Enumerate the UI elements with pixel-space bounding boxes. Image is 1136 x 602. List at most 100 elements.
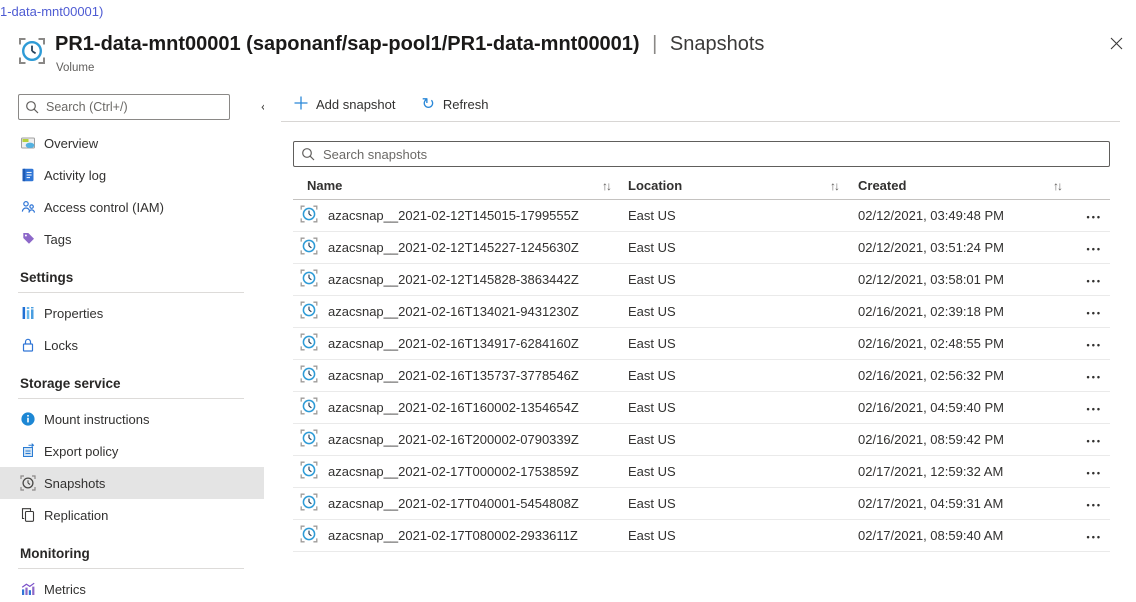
row-context-menu-button[interactable]: ••• bbox=[1087, 500, 1102, 510]
snapshots-table: Name ↑↓ Location ↑↓ Created ↑↓ bbox=[293, 172, 1110, 552]
sidebar-item-tags[interactable]: Tags bbox=[0, 223, 264, 255]
table-row[interactable]: azacsnap__2021-02-17T040001-5454808Z Eas… bbox=[293, 488, 1110, 520]
refresh-button[interactable]: ↻ Refresh bbox=[422, 97, 489, 112]
snapshot-clock-icon bbox=[18, 37, 46, 70]
divider bbox=[18, 568, 244, 569]
table-row[interactable]: azacsnap__2021-02-12T145828-3863442Z Eas… bbox=[293, 264, 1110, 296]
snapshot-clock-icon bbox=[20, 475, 36, 491]
sidebar-item-label: Activity log bbox=[44, 168, 106, 183]
sidebar-section-title: Settings bbox=[0, 265, 264, 289]
close-icon[interactable] bbox=[1110, 37, 1123, 55]
sidebar: « Overview Activity log bbox=[0, 88, 264, 602]
activity-log-icon bbox=[20, 167, 36, 183]
sidebar-item-label: Snapshots bbox=[44, 476, 105, 491]
row-context-menu-button[interactable]: ••• bbox=[1087, 244, 1102, 254]
table-row[interactable]: azacsnap__2021-02-17T000002-1753859Z Eas… bbox=[293, 456, 1110, 488]
table-row[interactable]: azacsnap__2021-02-16T135737-3778546Z Eas… bbox=[293, 360, 1110, 392]
snapshot-clock-icon bbox=[300, 365, 318, 386]
snapshot-created: 02/12/2021, 03:51:24 PM bbox=[858, 240, 1063, 255]
snapshot-name: azacsnap__2021-02-12T145828-3863442Z bbox=[328, 272, 579, 287]
snapshot-created: 02/12/2021, 03:58:01 PM bbox=[858, 272, 1063, 287]
sidebar-item-label: Access control (IAM) bbox=[44, 200, 164, 215]
sort-icon[interactable]: ↑↓ bbox=[830, 179, 840, 193]
snapshot-location: East US bbox=[628, 304, 858, 319]
refresh-label: Refresh bbox=[443, 97, 489, 112]
row-context-menu-button[interactable]: ••• bbox=[1087, 372, 1102, 382]
row-context-menu-button[interactable]: ••• bbox=[1087, 212, 1102, 222]
sidebar-item-label: Mount instructions bbox=[44, 412, 150, 427]
column-header-name[interactable]: Name ↑↓ bbox=[293, 178, 628, 193]
column-header-location[interactable]: Location ↑↓ bbox=[628, 178, 858, 193]
snapshot-location: East US bbox=[628, 208, 858, 223]
sidebar-item-activity-log[interactable]: Activity log bbox=[0, 159, 264, 191]
table-row[interactable]: azacsnap__2021-02-16T134021-9431230Z Eas… bbox=[293, 296, 1110, 328]
snapshot-created: 02/16/2021, 02:39:18 PM bbox=[858, 304, 1063, 319]
row-context-menu-button[interactable]: ••• bbox=[1087, 468, 1102, 478]
snapshot-created: 02/16/2021, 08:59:42 PM bbox=[858, 432, 1063, 447]
snapshot-location: East US bbox=[628, 240, 858, 255]
page-title-separator: | bbox=[652, 33, 657, 55]
snapshot-name: azacsnap__2021-02-16T134021-9431230Z bbox=[328, 304, 579, 319]
add-snapshot-button[interactable]: Add snapshot bbox=[294, 96, 396, 113]
sidebar-item-metrics[interactable]: Metrics bbox=[0, 573, 264, 602]
table-body: azacsnap__2021-02-12T145015-1799555Z Eas… bbox=[293, 200, 1110, 552]
snapshot-location: East US bbox=[628, 368, 858, 383]
row-context-menu-button[interactable]: ••• bbox=[1087, 404, 1102, 414]
breadcrumb[interactable]: 1-data-mnt00001) bbox=[0, 4, 103, 19]
sidebar-item-label: Metrics bbox=[44, 582, 86, 597]
main-content: Add snapshot ↻ Refresh Name ↑↓ Location … bbox=[280, 88, 1136, 602]
sidebar-item-replication[interactable]: Replication bbox=[0, 499, 264, 531]
sidebar-item-label: Locks bbox=[44, 338, 78, 353]
resource-type-label: Volume bbox=[56, 62, 94, 74]
sidebar-item-overview[interactable]: Overview bbox=[0, 127, 264, 159]
sidebar-search-input[interactable] bbox=[18, 94, 230, 120]
snapshot-name: azacsnap__2021-02-16T134917-6284160Z bbox=[328, 336, 579, 351]
page-title-resource: PR1-data-mnt00001 (saponanf/sap-pool1/PR… bbox=[55, 33, 640, 55]
divider bbox=[281, 121, 1120, 122]
snapshot-created: 02/16/2021, 04:59:40 PM bbox=[858, 400, 1063, 415]
snapshot-location: East US bbox=[628, 432, 858, 447]
table-row[interactable]: azacsnap__2021-02-16T134917-6284160Z Eas… bbox=[293, 328, 1110, 360]
snapshot-created: 02/17/2021, 12:59:32 AM bbox=[858, 464, 1063, 479]
tag-icon bbox=[20, 231, 36, 247]
export-policy-icon bbox=[20, 443, 36, 459]
refresh-icon: ↻ bbox=[422, 98, 435, 112]
row-context-menu-button[interactable]: ••• bbox=[1087, 340, 1102, 350]
lock-icon bbox=[20, 337, 36, 353]
row-context-menu-button[interactable]: ••• bbox=[1087, 308, 1102, 318]
snapshot-name: azacsnap__2021-02-16T160002-1354654Z bbox=[328, 400, 579, 415]
table-row[interactable]: azacsnap__2021-02-17T080002-2933611Z Eas… bbox=[293, 520, 1110, 552]
table-row[interactable]: azacsnap__2021-02-16T160002-1354654Z Eas… bbox=[293, 392, 1110, 424]
search-snapshots-input[interactable] bbox=[293, 141, 1110, 167]
sidebar-item-snapshots[interactable]: Snapshots bbox=[0, 467, 264, 499]
sidebar-item-label: Export policy bbox=[44, 444, 118, 459]
collapse-sidebar-button[interactable]: « bbox=[261, 98, 264, 114]
divider bbox=[18, 398, 244, 399]
column-header-created[interactable]: Created ↑↓ bbox=[858, 178, 1063, 193]
sidebar-item-mount-instructions[interactable]: Mount instructions bbox=[0, 403, 264, 435]
snapshot-name: azacsnap__2021-02-12T145227-1245630Z bbox=[328, 240, 579, 255]
sidebar-section-storage-service: Storage service Mount instructions bbox=[0, 371, 264, 531]
table-row[interactable]: azacsnap__2021-02-12T145015-1799555Z Eas… bbox=[293, 200, 1110, 232]
row-context-menu-button[interactable]: ••• bbox=[1087, 276, 1102, 286]
snapshot-clock-icon bbox=[300, 333, 318, 354]
sidebar-item-access-control[interactable]: Access control (IAM) bbox=[0, 191, 264, 223]
snapshot-clock-icon bbox=[300, 397, 318, 418]
sort-icon[interactable]: ↑↓ bbox=[602, 179, 612, 193]
sidebar-item-export-policy[interactable]: Export policy bbox=[0, 435, 264, 467]
snapshot-location: East US bbox=[628, 528, 858, 543]
snapshot-location: East US bbox=[628, 272, 858, 287]
sidebar-item-label: Properties bbox=[44, 306, 103, 321]
sort-icon[interactable]: ↑↓ bbox=[1053, 179, 1063, 193]
sidebar-item-properties[interactable]: Properties bbox=[0, 297, 264, 329]
snapshot-clock-icon bbox=[300, 525, 318, 546]
snapshot-name: azacsnap__2021-02-17T000002-1753859Z bbox=[328, 464, 579, 479]
snapshot-clock-icon bbox=[300, 429, 318, 450]
row-context-menu-button[interactable]: ••• bbox=[1087, 532, 1102, 542]
table-row[interactable]: azacsnap__2021-02-16T200002-0790339Z Eas… bbox=[293, 424, 1110, 456]
sidebar-item-locks[interactable]: Locks bbox=[0, 329, 264, 361]
snapshot-clock-icon bbox=[300, 205, 318, 226]
snapshot-name: azacsnap__2021-02-12T145015-1799555Z bbox=[328, 208, 579, 223]
row-context-menu-button[interactable]: ••• bbox=[1087, 436, 1102, 446]
table-row[interactable]: azacsnap__2021-02-12T145227-1245630Z Eas… bbox=[293, 232, 1110, 264]
